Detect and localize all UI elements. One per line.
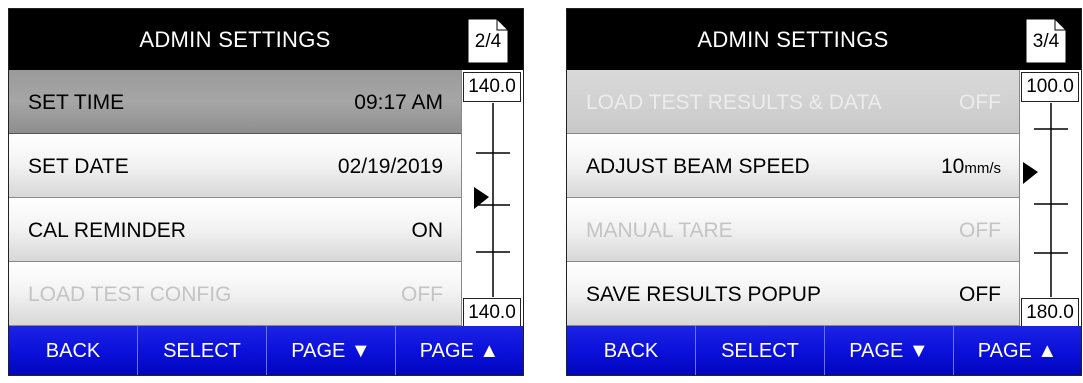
scale-marker-icon [1023, 162, 1038, 184]
scroll-scale[interactable]: 100.0 180.0 [1019, 70, 1081, 328]
row-label: MANUAL TARE [586, 219, 733, 242]
button-bar: BACK SELECT PAGE ▼ PAGE ▲ [9, 326, 523, 375]
page-down-button[interactable]: PAGE ▼ [267, 326, 396, 375]
back-button[interactable]: BACK [567, 326, 696, 375]
row-label: SET TIME [28, 91, 125, 114]
page-down-button[interactable]: PAGE ▼ [825, 326, 954, 375]
row-cal-reminder[interactable]: CAL REMINDER ON [9, 198, 461, 262]
title-bar: ADMIN SETTINGS 2/4 [9, 9, 523, 70]
page-up-button[interactable]: PAGE ▲ [396, 326, 523, 375]
admin-settings-screen-page-3: ADMIN SETTINGS 3/4 LOAD TEST RESULTS & D… [566, 8, 1082, 376]
page-number: 3/4 [1032, 31, 1060, 52]
settings-list: SET TIME 09:17 AM SET DATE 02/19/2019 CA… [9, 70, 461, 326]
row-value: OFF [959, 219, 1001, 242]
settings-list: LOAD TEST RESULTS & DATA OFF ADJUST BEAM… [567, 70, 1019, 326]
row-label: SET DATE [28, 155, 129, 178]
row-value: OFF [401, 283, 443, 306]
row-value: 09:17 AM [354, 91, 443, 114]
row-value: 10mm/s [941, 134, 1001, 198]
scale-top-value: 140.0 [463, 72, 521, 102]
row-label: LOAD TEST CONFIG [28, 283, 232, 306]
row-manual-tare: MANUAL TARE OFF [567, 198, 1019, 262]
admin-settings-screen-page-2: ADMIN SETTINGS 2/4 SET TIME 09:17 AM SET… [8, 8, 524, 376]
screen-title: ADMIN SETTINGS [139, 27, 331, 52]
row-value: OFF [959, 91, 1001, 114]
page-up-button[interactable]: PAGE ▲ [954, 326, 1081, 375]
button-bar: BACK SELECT PAGE ▼ PAGE ▲ [567, 326, 1081, 375]
page-indicator: 2/4 [467, 18, 509, 64]
scale-bottom-value: 140.0 [463, 298, 521, 328]
page-number: 2/4 [474, 31, 502, 52]
scale-ticks [474, 103, 510, 297]
row-label: ADJUST BEAM SPEED [586, 155, 810, 178]
scale-bottom-value: 180.0 [1021, 298, 1079, 328]
screen-title: ADMIN SETTINGS [697, 27, 889, 52]
scroll-scale[interactable]: 140.0 140.0 [461, 70, 523, 328]
scale-ticks [1023, 103, 1068, 297]
row-save-results-popup[interactable]: SAVE RESULTS POPUP OFF [567, 262, 1019, 326]
row-load-test-results-data: LOAD TEST RESULTS & DATA OFF [567, 70, 1019, 134]
row-load-test-config: LOAD TEST CONFIG OFF [9, 262, 461, 326]
row-value: OFF [959, 283, 1001, 306]
row-set-time[interactable]: SET TIME 09:17 AM [9, 70, 461, 134]
select-button[interactable]: SELECT [696, 326, 825, 375]
select-button[interactable]: SELECT [138, 326, 267, 375]
row-label: SAVE RESULTS POPUP [586, 283, 821, 306]
row-value: ON [411, 219, 444, 242]
beam-speed-unit: mm/s [964, 160, 1001, 177]
back-button[interactable]: BACK [9, 326, 138, 375]
title-bar: ADMIN SETTINGS 3/4 [567, 9, 1081, 70]
row-set-date[interactable]: SET DATE 02/19/2019 [9, 134, 461, 198]
row-adjust-beam-speed[interactable]: ADJUST BEAM SPEED 10mm/s [567, 134, 1019, 198]
row-value: 02/19/2019 [337, 155, 443, 178]
scale-top-value: 100.0 [1021, 72, 1079, 102]
row-label: CAL REMINDER [28, 219, 186, 242]
row-label: LOAD TEST RESULTS & DATA [586, 91, 882, 114]
beam-speed-value: 10 [940, 155, 965, 178]
page-indicator: 3/4 [1025, 18, 1067, 64]
